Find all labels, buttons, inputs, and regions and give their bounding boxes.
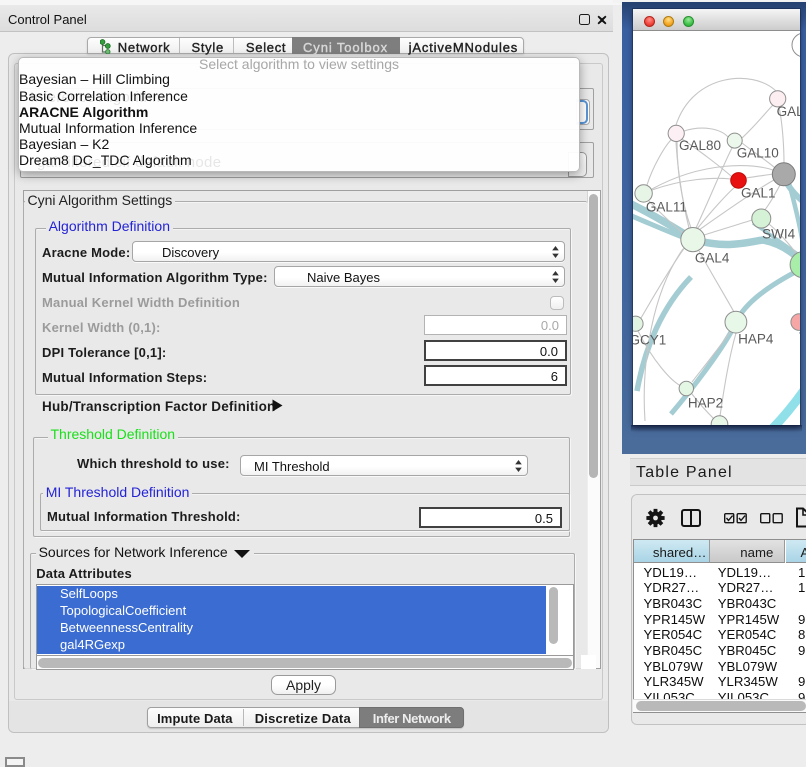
- svg-text:Y: Y: [799, 330, 800, 345]
- svg-text:GAL4: GAL4: [695, 251, 730, 266]
- svg-text:GAL7: GAL7: [777, 104, 800, 119]
- svg-text:GCY1: GCY1: [633, 332, 666, 347]
- svg-text:GAL80: GAL80: [679, 138, 721, 153]
- svg-text:SWI4: SWI4: [762, 227, 795, 242]
- svg-text:HAP4: HAP4: [738, 331, 774, 346]
- svg-text:GAL10: GAL10: [737, 145, 779, 160]
- svg-text:HAP2: HAP2: [688, 396, 723, 411]
- svg-text:GAL1: GAL1: [741, 186, 776, 201]
- svg-text:GAL11: GAL11: [646, 199, 687, 214]
